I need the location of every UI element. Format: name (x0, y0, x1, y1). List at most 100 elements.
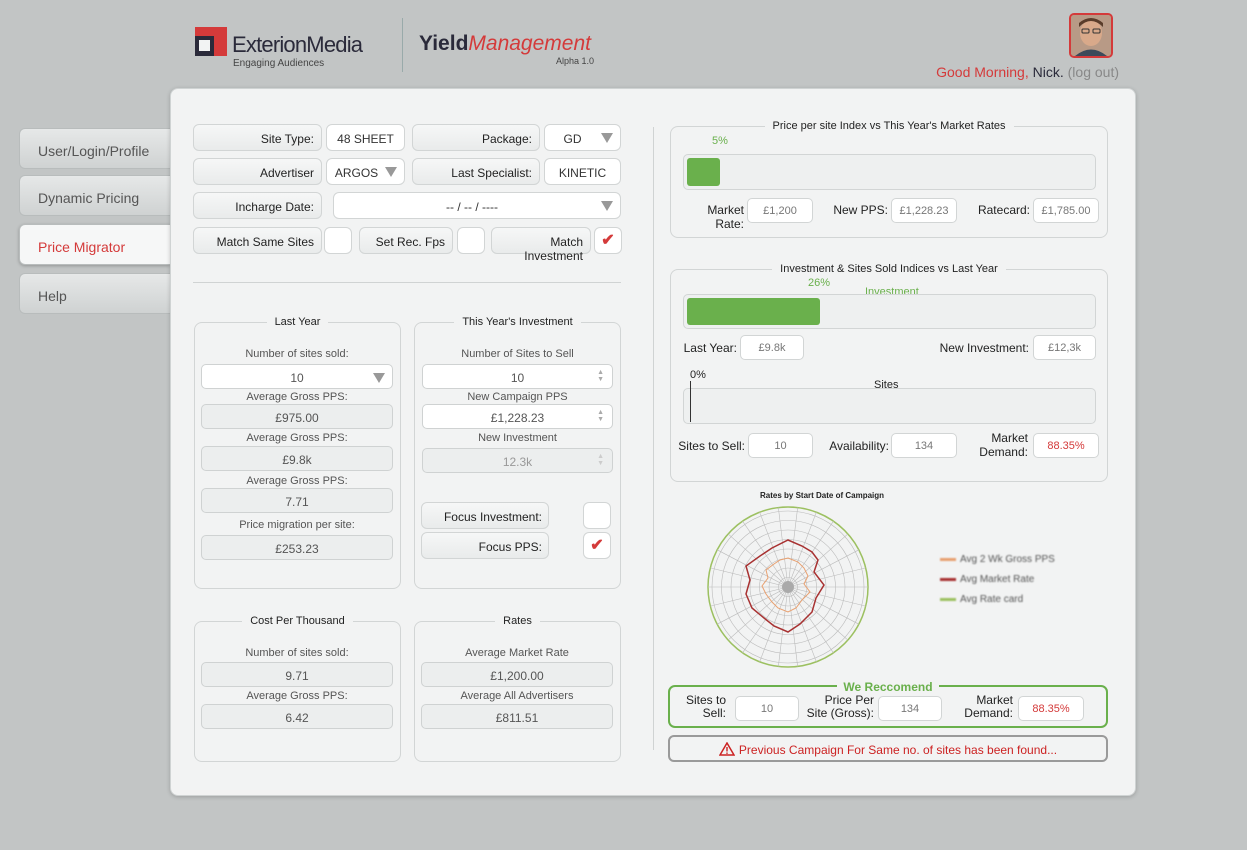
recommend-title: We Reccomend (837, 680, 939, 694)
sites-marker (690, 381, 691, 422)
radar-chart (707, 506, 869, 668)
radar-title: Rates by Start Date of Campaign (760, 491, 885, 500)
chevron-down-icon (601, 133, 613, 143)
rec-pps-field: 134 (878, 696, 942, 721)
last-year-title: Last Year (266, 316, 329, 328)
new-campaign-pps-caption: New Campaign PPS (467, 391, 568, 403)
set-rec-fps-label: Set Rec. Fps (359, 227, 453, 254)
legend-item: Avg 2 Wk Gross PPS (940, 549, 1055, 569)
rec-sites-field: 10 (735, 696, 799, 721)
legend-item: Avg Market Rate (940, 569, 1055, 589)
market-demand-field: 88.35% (1033, 433, 1099, 458)
cpt-title: Cost Per Thousand (242, 615, 353, 627)
new-investment-caption: New Investment (478, 432, 557, 444)
sites-to-sell-stepper[interactable]: 10 ▲ ▼ (422, 364, 613, 389)
cpt-sites-caption: Number of sites sold: (245, 647, 349, 659)
focus-pps-checkbox[interactable]: ✔ (583, 532, 611, 559)
last-specialist-field[interactable]: KINETIC (544, 158, 621, 185)
last-year-avg-pps-caption: Average Gross PPS: (246, 391, 348, 403)
match-same-sites-label: Match Same Sites (193, 227, 322, 254)
cpt-pps-field: 6.42 (201, 704, 393, 729)
incharge-date-picker[interactable]: -- / -- / ---- (333, 192, 621, 219)
avg-market-rate-field: £1,200.00 (421, 662, 613, 687)
advertiser-select[interactable]: ARGOS (326, 158, 405, 185)
rec-pps-label: Price Per Site (Gross): (806, 693, 874, 720)
nav-item-price-migrator[interactable]: Price Migrator (19, 224, 170, 265)
last-year-sites-select[interactable]: 10 (201, 364, 393, 389)
column-divider (653, 127, 654, 750)
focus-pps-label: Focus PPS: (421, 532, 549, 559)
check-icon: ✔ (601, 232, 615, 249)
chevron-down-icon (601, 201, 613, 211)
ratecard-label: Ratecard: (977, 203, 1030, 217)
investment-fill (687, 298, 820, 325)
warning-icon (718, 741, 736, 756)
stepper-arrows-icon[interactable]: ▲ ▼ (597, 369, 604, 383)
last-year-cpt-field: 7.71 (201, 488, 393, 513)
package-select[interactable]: GD (544, 124, 621, 151)
greeting: Good Morning, Nick. (log out) (936, 64, 1119, 80)
match-same-sites-checkbox[interactable] (324, 227, 352, 254)
nav-item-help[interactable]: Help (19, 273, 170, 314)
last-specialist-label: Last Specialist: (412, 158, 540, 185)
this-year-title: This Year's Investment (454, 316, 581, 328)
new-investment-label: New Investment: (939, 341, 1029, 355)
avatar[interactable] (1069, 13, 1113, 58)
chevron-down-icon (385, 167, 397, 177)
rec-demand-field: 88.35% (1018, 696, 1084, 721)
focus-investment-checkbox[interactable] (583, 502, 611, 529)
price-index-bar (683, 154, 1096, 190)
availability-field: 134 (891, 433, 957, 458)
app-title: YieldManagement (419, 32, 591, 55)
avg-all-advertisers-caption: Average All Advertisers (460, 690, 574, 702)
new-pps-label: New PPS: (833, 203, 888, 217)
site-type-label: Site Type: (193, 124, 322, 151)
app-version: Alpha 1.0 (556, 56, 595, 66)
warning-banner[interactable]: Previous Campaign For Same no. of sites … (668, 735, 1108, 762)
rec-demand-label: Market Demand: (964, 693, 1013, 720)
price-migration-field: £253.23 (201, 535, 393, 560)
cpt-sites-field: 9.71 (201, 662, 393, 687)
check-icon: ✔ (590, 537, 604, 554)
last-year-sites-caption: Number of sites sold: (245, 348, 349, 360)
nav-item-dynamic-pricing[interactable]: Dynamic Pricing (19, 175, 170, 216)
warning-text: Previous Campaign For Same no. of sites … (738, 743, 1058, 757)
new-investment-stepper[interactable]: 12.3k ▲ ▼ (422, 448, 613, 473)
nav-item-user-login-profile[interactable]: User/Login/Profile (19, 128, 170, 169)
focus-investment-label: Focus Investment: (421, 502, 549, 529)
stepper-arrows-icon: ▲ ▼ (597, 453, 604, 467)
last-year-cpt-caption: Average Gross PPS: (246, 475, 348, 487)
availability-label: Availability: (829, 439, 889, 453)
price-index-title: Price per site Index vs This Year's Mark… (764, 120, 1014, 132)
price-index-fill (687, 158, 720, 186)
incharge-date-label: Incharge Date: (193, 192, 322, 219)
price-index-percent: 5% (712, 135, 728, 147)
last-year-avg-pps-field: £975.00 (201, 404, 393, 429)
investment-bar (683, 294, 1096, 329)
new-pps-field: £1,228.23 (891, 198, 957, 223)
chevron-down-icon (373, 373, 385, 383)
last-year-investment-field: £9.8k (201, 446, 393, 471)
header-divider (402, 18, 403, 72)
site-type-field[interactable]: 48 SHEET (326, 124, 405, 151)
last-year-investment-caption: Average Gross PPS: (246, 432, 348, 444)
investment-index-title: Investment & Sites Sold Indices vs Last … (772, 263, 1006, 275)
cpt-pps-caption: Average Gross PPS: (246, 690, 348, 702)
new-campaign-pps-stepper[interactable]: £1,228.23 ▲ ▼ (422, 404, 613, 429)
brand-tagline: Engaging Audiences (233, 58, 325, 69)
sites-to-sell-field: 10 (748, 433, 813, 458)
sites-percent: 0% (690, 369, 706, 381)
match-investment-checkbox[interactable]: ✔ (594, 227, 622, 254)
form-divider (193, 282, 621, 283)
last-year-label: Last Year: (683, 341, 737, 355)
brand-name: ExterionMedia (232, 32, 363, 57)
sites-bar (683, 381, 1096, 424)
set-rec-fps-checkbox[interactable] (457, 227, 485, 254)
investment-percent: 26% (808, 277, 831, 289)
avg-market-rate-caption: Average Market Rate (465, 647, 569, 659)
logout-link[interactable]: (log out) (1068, 64, 1119, 80)
market-rate-field: £1,200 (747, 198, 813, 223)
market-rate-label: Market Rate: (707, 203, 744, 231)
stepper-arrows-icon[interactable]: ▲ ▼ (597, 409, 604, 423)
brand-logo-icon (195, 27, 227, 56)
